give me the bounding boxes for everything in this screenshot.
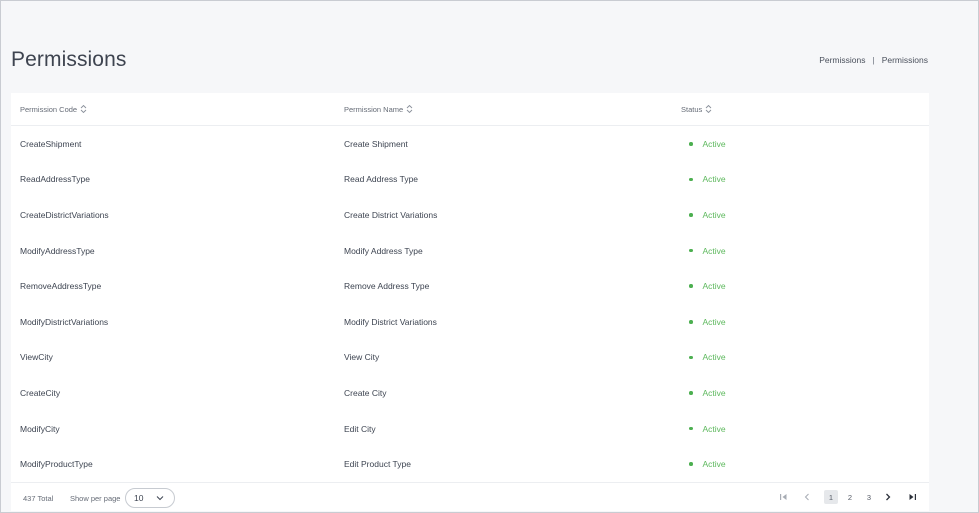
permission-code-cell: CreateDistrictVariations <box>20 209 109 220</box>
permission-name-cell: Remove Address Type <box>344 281 430 292</box>
status-badge: Active <box>681 459 726 469</box>
status-badge: Active <box>681 246 726 256</box>
pagination: 1 2 3 <box>776 490 919 504</box>
status-badge: Active <box>681 388 726 398</box>
breadcrumb-separator: | <box>872 55 875 65</box>
table-row[interactable]: ModifyCity Edit City Active <box>11 411 929 447</box>
permission-code-cell: ModifyProductType <box>20 459 93 470</box>
status-label: Active <box>702 174 726 185</box>
table-row[interactable]: CreateShipment Create Shipment Active <box>11 126 929 162</box>
status-badge: Active <box>681 352 726 362</box>
status-dot-icon <box>689 320 693 324</box>
chevron-down-icon <box>156 496 164 501</box>
page-button-2[interactable]: 2 <box>843 490 857 504</box>
status-dot-icon <box>689 142 693 146</box>
table-header: Permission Code Permission Name Status <box>11 93 929 126</box>
status-badge: Active <box>681 317 726 327</box>
table-body: CreateShipment Create Shipment Active Re… <box>11 126 929 482</box>
table-row[interactable]: CreateCity Create City Active <box>11 375 929 411</box>
first-page-button[interactable] <box>776 490 790 504</box>
permission-name-cell: Modify District Variations <box>344 316 437 327</box>
status-label: Active <box>702 387 726 398</box>
per-page-value: 10 <box>134 493 144 503</box>
prev-page-button[interactable] <box>800 490 814 504</box>
status-label: Active <box>702 352 726 363</box>
status-dot-icon <box>689 284 693 288</box>
permission-name-cell: Edit City <box>344 423 376 434</box>
status-dot-icon <box>689 213 693 217</box>
table-row[interactable]: ViewCity View City Active <box>11 340 929 376</box>
status-badge: Active <box>681 174 726 184</box>
status-dot-icon <box>689 248 693 253</box>
status-dot-icon <box>689 355 693 360</box>
breadcrumb-item-current: Permissions <box>881 55 928 65</box>
table-row[interactable]: ModifyAddressType Modify Address Type Ac… <box>11 233 929 269</box>
page-button-3[interactable]: 3 <box>862 490 876 504</box>
page-title: Permissions <box>11 48 127 71</box>
status-label: Active <box>702 138 726 149</box>
status-dot-icon <box>689 426 693 431</box>
breadcrumb: Permissions | Permissions <box>819 55 928 65</box>
column-header-label: Permission Name <box>344 104 404 114</box>
permission-name-cell: Edit Product Type <box>344 459 411 470</box>
status-label: Active <box>702 245 726 256</box>
column-header-label: Permission Code <box>20 104 78 114</box>
table-row[interactable]: ModifyDistrictVariations Modify District… <box>11 304 929 340</box>
column-header-label: Status <box>681 104 703 114</box>
status-badge: Active <box>681 210 726 220</box>
app-window: Permissions Permissions | Permissions Pe… <box>0 0 979 513</box>
status-badge: Active <box>681 139 726 149</box>
permission-code-cell: ModifyCity <box>20 423 60 434</box>
column-header-status[interactable]: Status <box>681 104 712 114</box>
chevron-right-icon <box>886 493 891 501</box>
permissions-table-card: Permission Code Permission Name Status C… <box>11 93 929 511</box>
permission-name-cell: View City <box>344 352 380 363</box>
table-footer: 437 Total Show per page 10 1 2 3 <box>11 482 929 511</box>
status-dot-icon <box>689 462 693 466</box>
per-page-select[interactable]: 10 <box>125 488 175 508</box>
permission-code-cell: CreateCity <box>20 387 61 398</box>
permission-name-cell: Read Address Type <box>344 174 419 185</box>
permission-code-cell: RemoveAddressType <box>20 281 102 292</box>
chevron-left-icon <box>804 493 809 501</box>
sort-icon[interactable] <box>406 104 413 114</box>
page-button-1[interactable]: 1 <box>824 490 838 504</box>
permission-name-cell: Modify Address Type <box>344 245 423 256</box>
status-label: Active <box>702 459 726 470</box>
next-page-button[interactable] <box>881 490 895 504</box>
column-header-permission-code[interactable]: Permission Code <box>20 104 87 114</box>
permission-code-cell: CreateShipment <box>20 138 82 149</box>
table-row[interactable]: ReadAddressType Read Address Type Active <box>11 162 929 198</box>
permission-code-cell: ModifyDistrictVariations <box>20 316 109 327</box>
status-label: Active <box>702 209 726 220</box>
table-row[interactable]: RemoveAddressType Remove Address Type Ac… <box>11 268 929 304</box>
status-dot-icon <box>689 177 693 182</box>
status-badge: Active <box>681 424 726 434</box>
status-dot-icon <box>689 391 693 395</box>
last-page-icon <box>909 494 916 500</box>
table-row[interactable]: CreateDistrictVariations Create District… <box>11 197 929 233</box>
column-header-permission-name[interactable]: Permission Name <box>344 104 413 114</box>
table-row[interactable]: ModifyProductType Edit Product Type Acti… <box>11 446 929 482</box>
sort-icon[interactable] <box>705 104 712 114</box>
permission-name-cell: Create District Variations <box>344 209 438 220</box>
status-label: Active <box>702 316 726 327</box>
status-badge: Active <box>681 281 726 291</box>
last-page-button[interactable] <box>905 490 919 504</box>
permission-name-cell: Create Shipment <box>344 138 408 149</box>
status-label: Active <box>702 423 726 434</box>
first-page-icon <box>779 494 786 500</box>
breadcrumb-item-permissions[interactable]: Permissions <box>819 55 865 65</box>
permission-code-cell: ModifyAddressType <box>20 245 95 256</box>
permission-code-cell: ReadAddressType <box>20 174 90 185</box>
sort-icon[interactable] <box>80 104 87 114</box>
per-page-label: Show per page <box>70 494 121 503</box>
total-count: 437 Total <box>23 494 54 503</box>
status-label: Active <box>702 281 726 292</box>
permission-name-cell: Create City <box>344 387 387 398</box>
permission-code-cell: ViewCity <box>20 352 53 363</box>
